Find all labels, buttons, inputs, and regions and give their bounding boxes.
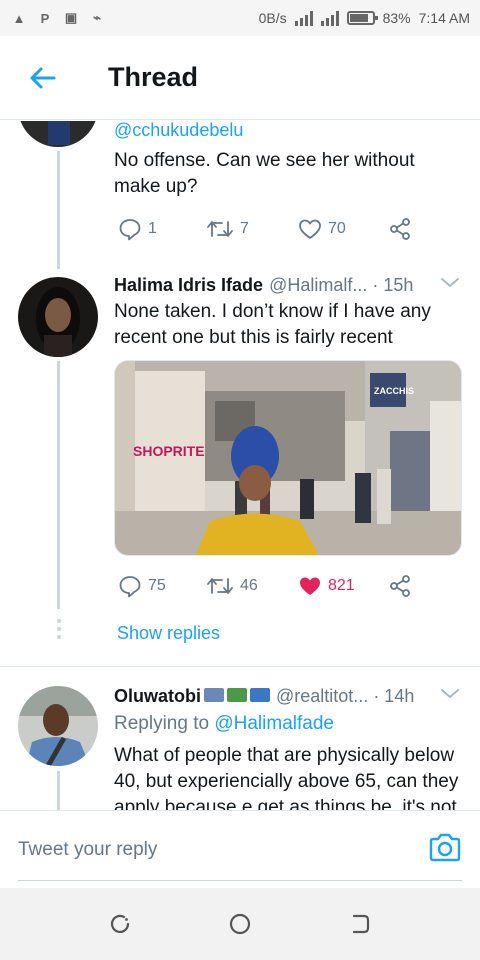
thread-connector — [57, 771, 60, 810]
home-icon — [229, 913, 251, 935]
atm-emoji-icon — [204, 688, 224, 702]
replying-to-link[interactable]: @Halimalfade — [214, 713, 334, 734]
network-speed: 0B/s — [258, 10, 287, 26]
home-button[interactable] — [226, 910, 254, 938]
tweet-actions: 1 7 70 — [118, 217, 412, 241]
show-replies-link[interactable]: Show replies — [117, 623, 220, 644]
display-name[interactable]: Halima Idris Ifade — [114, 275, 263, 296]
chevron-down-icon — [441, 689, 459, 698]
image-icon: ▣ — [64, 10, 78, 25]
activity-icon: ⌁ — [93, 10, 101, 25]
pinterest-icon: P — [40, 10, 50, 26]
handle[interactable]: @Halimalf... — [269, 275, 367, 296]
euro-emoji-icon — [250, 688, 270, 702]
like-count: 821 — [328, 577, 355, 594]
reply-button[interactable]: 75 — [118, 574, 206, 598]
like-button[interactable]: 821 — [298, 575, 388, 597]
display-name[interactable]: Oluwatobi — [114, 686, 201, 707]
tweet-text: What of people that are physically below… — [114, 745, 459, 810]
timestamp[interactable]: · 14h — [373, 686, 414, 707]
camera-icon — [429, 833, 461, 862]
reply-icon — [119, 576, 141, 598]
recent-apps-icon — [110, 914, 130, 933]
money-emoji-icon — [227, 688, 247, 702]
like-button[interactable]: 70 — [298, 218, 388, 240]
tweet-menu-button[interactable] — [440, 276, 460, 296]
tweet-menu-button[interactable] — [440, 687, 460, 707]
heart-filled-icon — [300, 577, 320, 595]
signal-icon — [294, 10, 313, 26]
more-replies-dots — [57, 619, 61, 643]
system-nav-bar — [0, 888, 480, 960]
share-icon — [390, 575, 410, 597]
retweet-icon — [207, 221, 233, 237]
thread[interactable]: @cchukudebelu No offense. Can we see her… — [0, 121, 480, 810]
reply-count: 75 — [148, 577, 166, 594]
retweet-count: 7 — [240, 220, 249, 237]
reply-count: 1 — [148, 220, 157, 237]
chevron-down-icon — [441, 278, 459, 287]
back-arrow-icon — [30, 67, 56, 88]
reply-input[interactable]: Tweet your reply — [18, 839, 408, 861]
back-nav-button[interactable] — [346, 910, 374, 938]
shop-sign-text: SHOPRITE — [133, 443, 205, 459]
retweet-button[interactable]: 46 — [206, 575, 298, 597]
avatar-oluwatobi[interactable] — [18, 686, 98, 766]
tweet-actions: 75 46 821 — [118, 574, 412, 598]
thread-connector — [57, 361, 60, 609]
battery-icon — [346, 11, 378, 25]
divider — [0, 666, 480, 667]
like-count: 70 — [328, 220, 346, 237]
app-header: Thread — [0, 36, 480, 120]
timestamp[interactable]: · 15h — [372, 275, 413, 296]
status-bar: ▲ P ▣ ⌁ 0B/s 83% 7:14 AM — [0, 0, 480, 36]
share-icon — [390, 218, 410, 240]
tweet-header: Oluwatobi @realtitot... · 14h — [114, 686, 444, 707]
username-link[interactable]: @cchukudebelu — [114, 121, 243, 141]
back-nav-icon — [352, 914, 370, 934]
share-button[interactable] — [388, 574, 412, 598]
tweet-header: Halima Idris Ifade @Halimalf... · 15h — [114, 275, 444, 296]
alert-icon: ▲ — [12, 10, 26, 26]
page-title: Thread — [108, 62, 199, 92]
retweet-count: 46 — [240, 577, 258, 594]
back-button[interactable] — [22, 58, 62, 98]
share-button[interactable] — [388, 217, 412, 241]
clock: 7:14 AM — [418, 10, 470, 26]
handle[interactable]: @realtitot... — [276, 686, 368, 707]
reply-composer: Tweet your reply — [0, 810, 480, 888]
tweet-text: No offense. Can we see her without make … — [114, 150, 415, 197]
reply-button[interactable]: 1 — [118, 217, 206, 241]
battery-level: 83% — [382, 10, 411, 26]
reply-icon — [119, 219, 141, 241]
avatar-halima[interactable] — [18, 277, 98, 357]
retweet-button[interactable]: 7 — [206, 218, 298, 240]
add-photo-button[interactable] — [428, 833, 462, 863]
retweet-icon — [207, 578, 233, 594]
avatar-cchukudebelu[interactable] — [18, 121, 98, 147]
heart-outline-icon — [299, 219, 321, 239]
signal-icon-2 — [320, 10, 339, 26]
recent-apps-button[interactable] — [106, 910, 134, 938]
tweet-photo[interactable]: SHOPRITE ZACCHIS — [114, 360, 462, 556]
store-sign-text: ZACCHIS — [374, 386, 414, 396]
replying-to-label: Replying to — [114, 713, 210, 734]
tweet-text: None taken. I don’t know if I have any r… — [114, 301, 431, 348]
input-underline — [18, 880, 462, 881]
replying-to-line: Replying to @Halimalfade — [114, 713, 334, 735]
thread-connector — [57, 151, 60, 269]
